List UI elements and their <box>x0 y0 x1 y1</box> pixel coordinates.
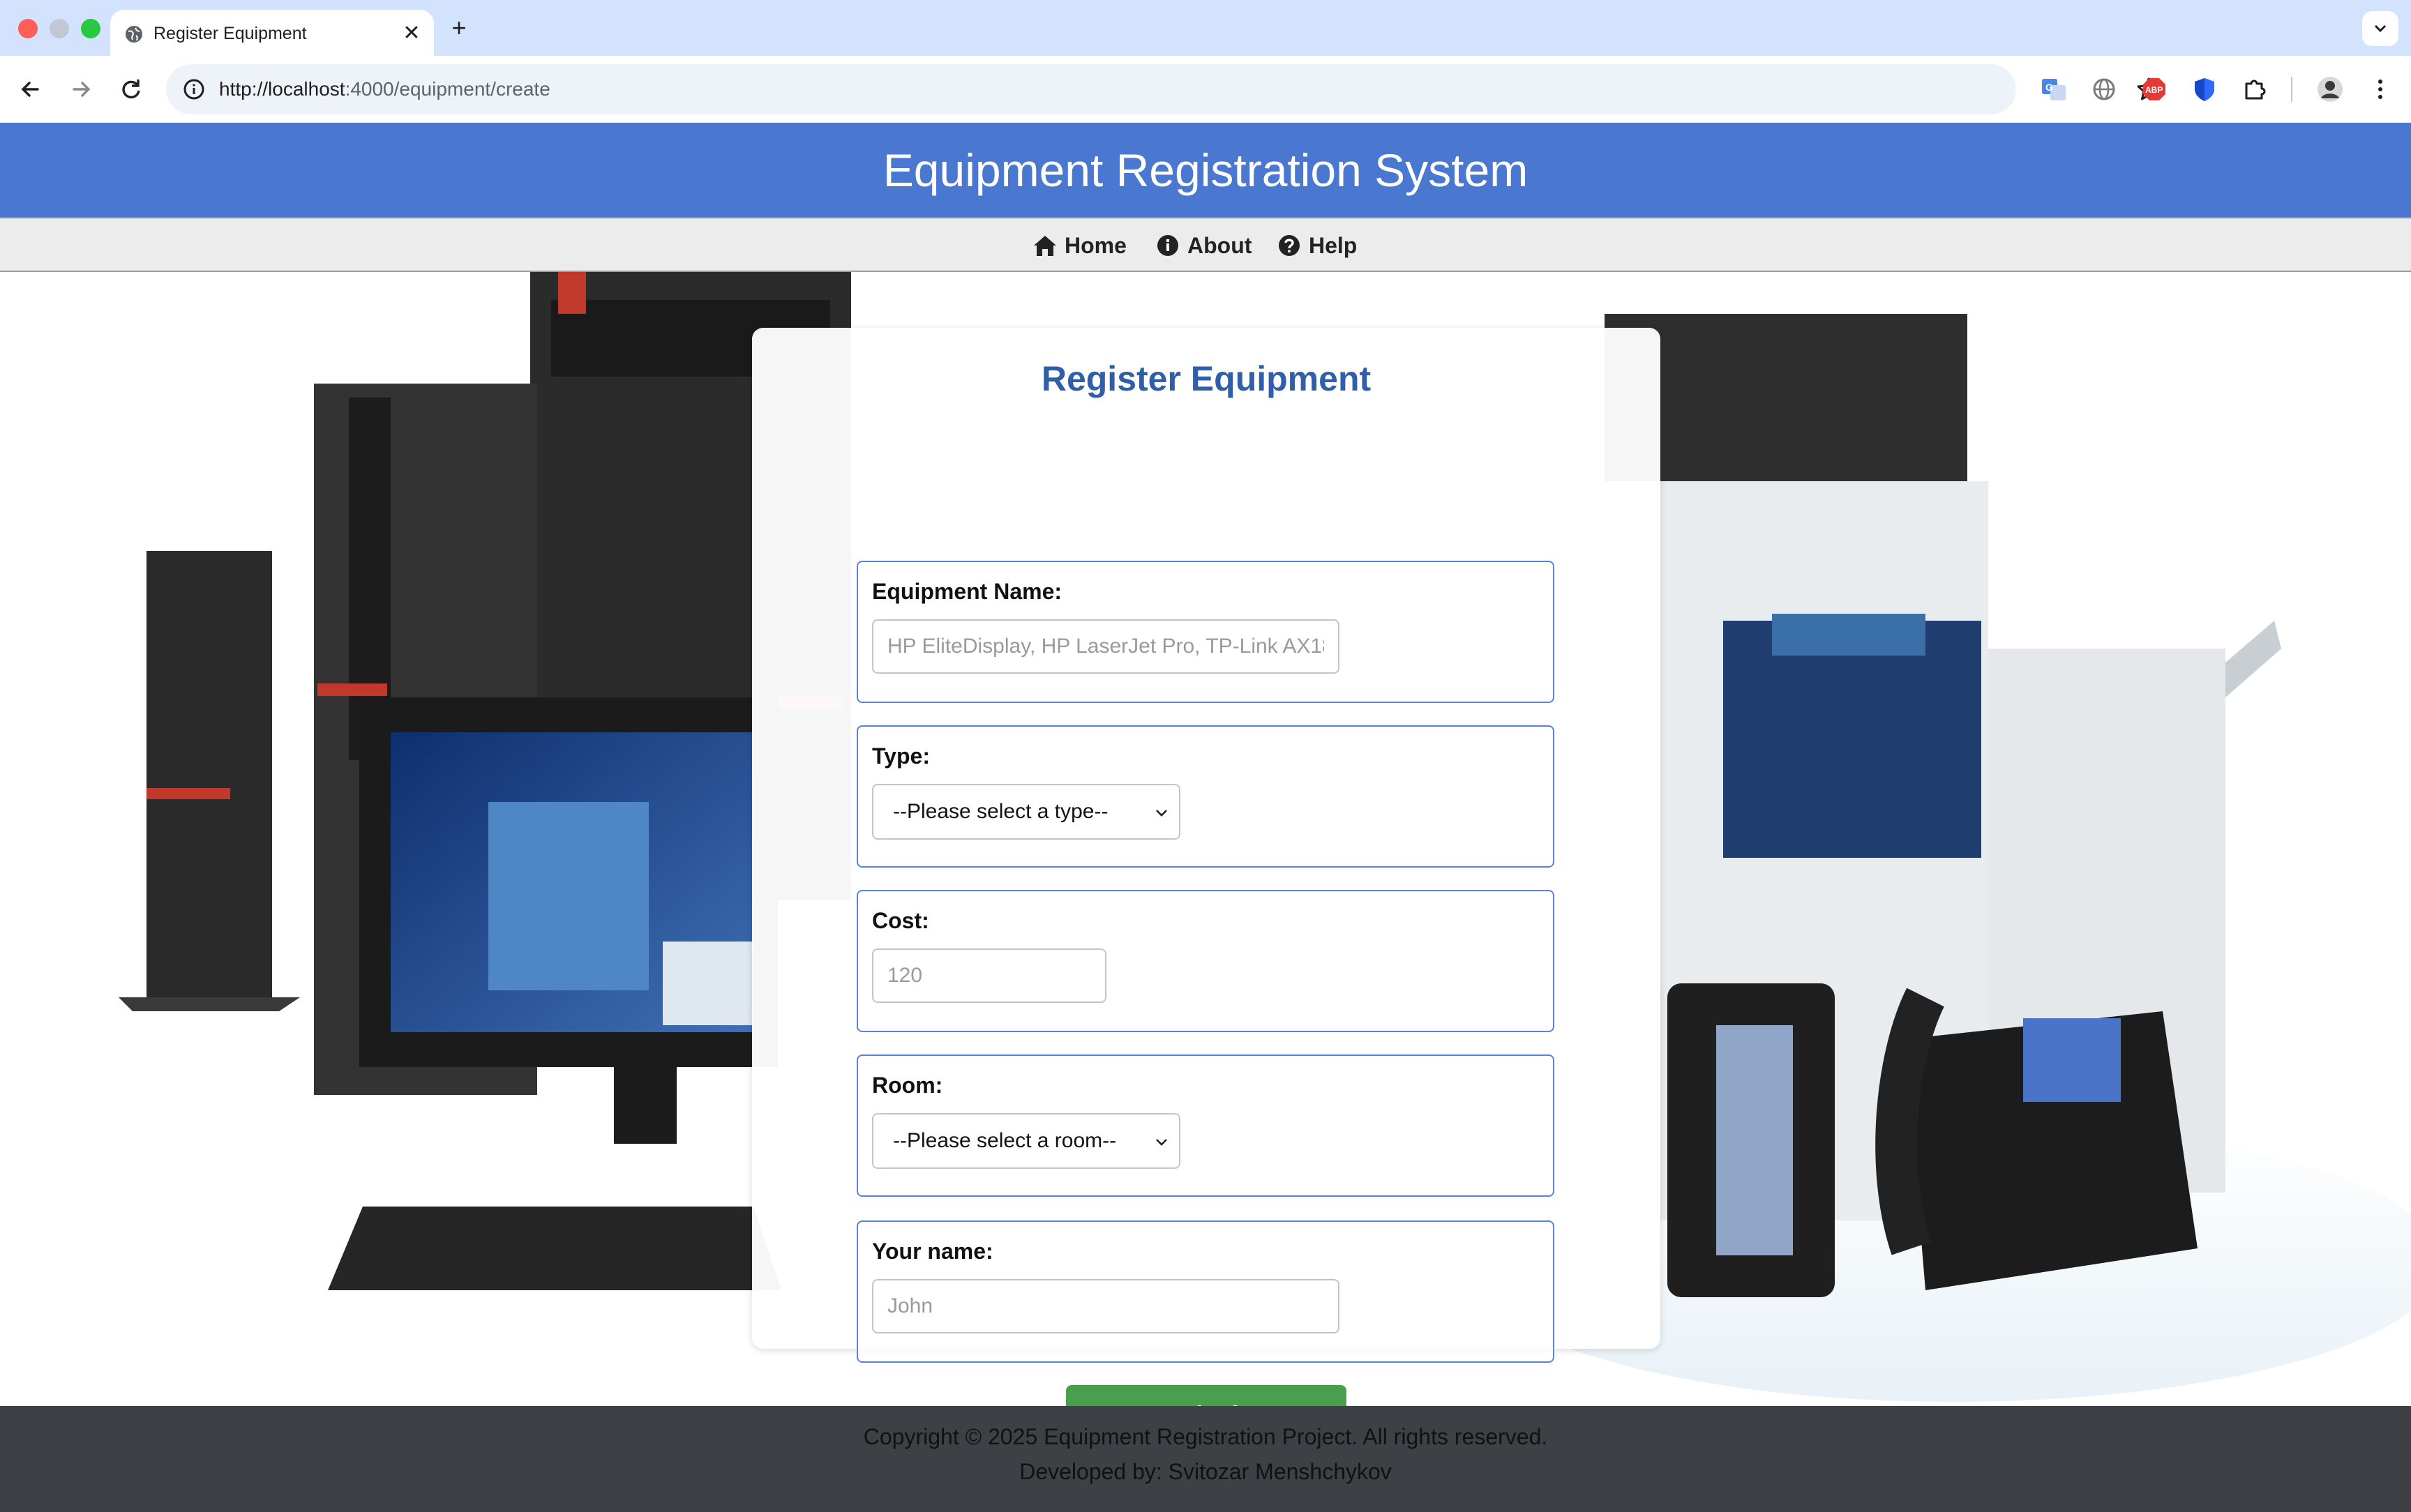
main-navigation: Home About Help <box>0 218 2411 272</box>
field-group-type: Type: --Please select a type-- <box>857 725 1554 868</box>
web-page: Equipment Registration System Home About… <box>0 123 2411 1512</box>
register-form-card: Register Equipment Equipment Name: Type:… <box>752 328 1660 1445</box>
minimize-window-button[interactable] <box>50 19 69 38</box>
globe-icon <box>126 26 142 43</box>
url-path: :4000/equipment/create <box>345 78 550 100</box>
type-select[interactable]: --Please select a type-- <box>872 784 1180 840</box>
avatar[interactable] <box>2316 75 2344 103</box>
type-select-value: --Please select a type-- <box>893 800 1109 823</box>
site-header: Equipment Registration System <box>0 123 2411 218</box>
url-text[interactable]: http://localhost:4000/equipment/create <box>219 64 550 114</box>
nav-item-help[interactable]: Help <box>1277 219 1367 272</box>
nav-item-label: About <box>1187 233 1252 258</box>
room-select[interactable]: --Please select a room-- <box>872 1113 1180 1169</box>
url-host: http://localhost <box>219 78 345 100</box>
nav-item-label: Home <box>1065 233 1127 258</box>
info-icon <box>1157 235 1178 256</box>
chevron-down-icon <box>2374 24 2387 33</box>
svg-text:G: G <box>2045 82 2053 93</box>
browser-tab-bar: Register Equipment ✕ + <box>0 0 2411 56</box>
toolbar-separator <box>2291 77 2292 102</box>
site-title: Equipment Registration System <box>882 144 1529 196</box>
equipment-name-input[interactable] <box>872 619 1339 674</box>
home-icon <box>1034 236 1056 256</box>
field-group-room: Room: --Please select a room-- <box>857 1054 1554 1197</box>
cost-label: Cost: <box>872 908 929 933</box>
shield-icon[interactable] <box>2191 75 2218 103</box>
info-icon[interactable] <box>181 77 206 102</box>
browser-tab-active[interactable]: Register Equipment ✕ <box>110 10 434 56</box>
field-group-cost: Cost: <box>857 890 1554 1032</box>
close-window-button[interactable] <box>18 19 38 38</box>
form-title: Register Equipment <box>1041 359 1372 398</box>
back-arrow-icon <box>21 82 39 97</box>
your-name-input[interactable] <box>872 1279 1339 1333</box>
reload-icon <box>122 80 140 99</box>
room-select-value: --Please select a room-- <box>893 1129 1117 1152</box>
new-tab-button[interactable]: + <box>444 10 474 46</box>
chevron-down-icon <box>1156 810 1167 817</box>
site-footer: Copyright © 2025 Equipment Registration … <box>0 1406 2411 1512</box>
room-label: Room: <box>872 1073 943 1098</box>
cost-input[interactable] <box>872 948 1106 1003</box>
copyright-text: Copyright © 2025 Equipment Registration … <box>863 1424 1548 1449</box>
globe-icon[interactable] <box>2090 75 2118 103</box>
nav-item-about[interactable]: About <box>1155 219 1253 272</box>
svg-text:ABP: ABP <box>2145 85 2163 95</box>
help-icon <box>1279 235 1300 256</box>
close-tab-icon[interactable]: ✕ <box>396 18 427 49</box>
nav-item-home[interactable]: Home <box>1032 219 1130 272</box>
field-group-equipment-name: Equipment Name: <box>857 561 1554 703</box>
address-bar[interactable]: http://localhost:4000/equipment/create <box>166 64 2161 114</box>
chevron-down-icon <box>1156 1139 1167 1146</box>
developer-credit: Developed by: Svitozar Menshchykov <box>1019 1459 1392 1484</box>
browser-toolbar: http://localhost:4000/equipment/create G… <box>0 56 2411 123</box>
back-button[interactable] <box>14 73 47 106</box>
field-group-your-name: Your name: <box>857 1220 1554 1363</box>
translate-icon[interactable]: G <box>2040 75 2068 103</box>
forward-button[interactable] <box>64 73 98 106</box>
equipment-name-label: Equipment Name: <box>872 579 1062 604</box>
adblock-icon[interactable]: ABP <box>2140 75 2168 103</box>
menu-kebab-icon[interactable] <box>2366 75 2394 103</box>
tab-title: Register Equipment <box>153 24 307 43</box>
your-name-label: Your name: <box>872 1239 993 1264</box>
tab-search-button[interactable] <box>2362 11 2398 46</box>
type-label: Type: <box>872 743 930 769</box>
forward-arrow-icon <box>73 82 91 97</box>
puzzle-icon[interactable] <box>2241 75 2269 103</box>
reload-button[interactable] <box>114 73 148 106</box>
maximize-window-button[interactable] <box>81 19 100 38</box>
nav-item-label: Help <box>1309 233 1358 258</box>
